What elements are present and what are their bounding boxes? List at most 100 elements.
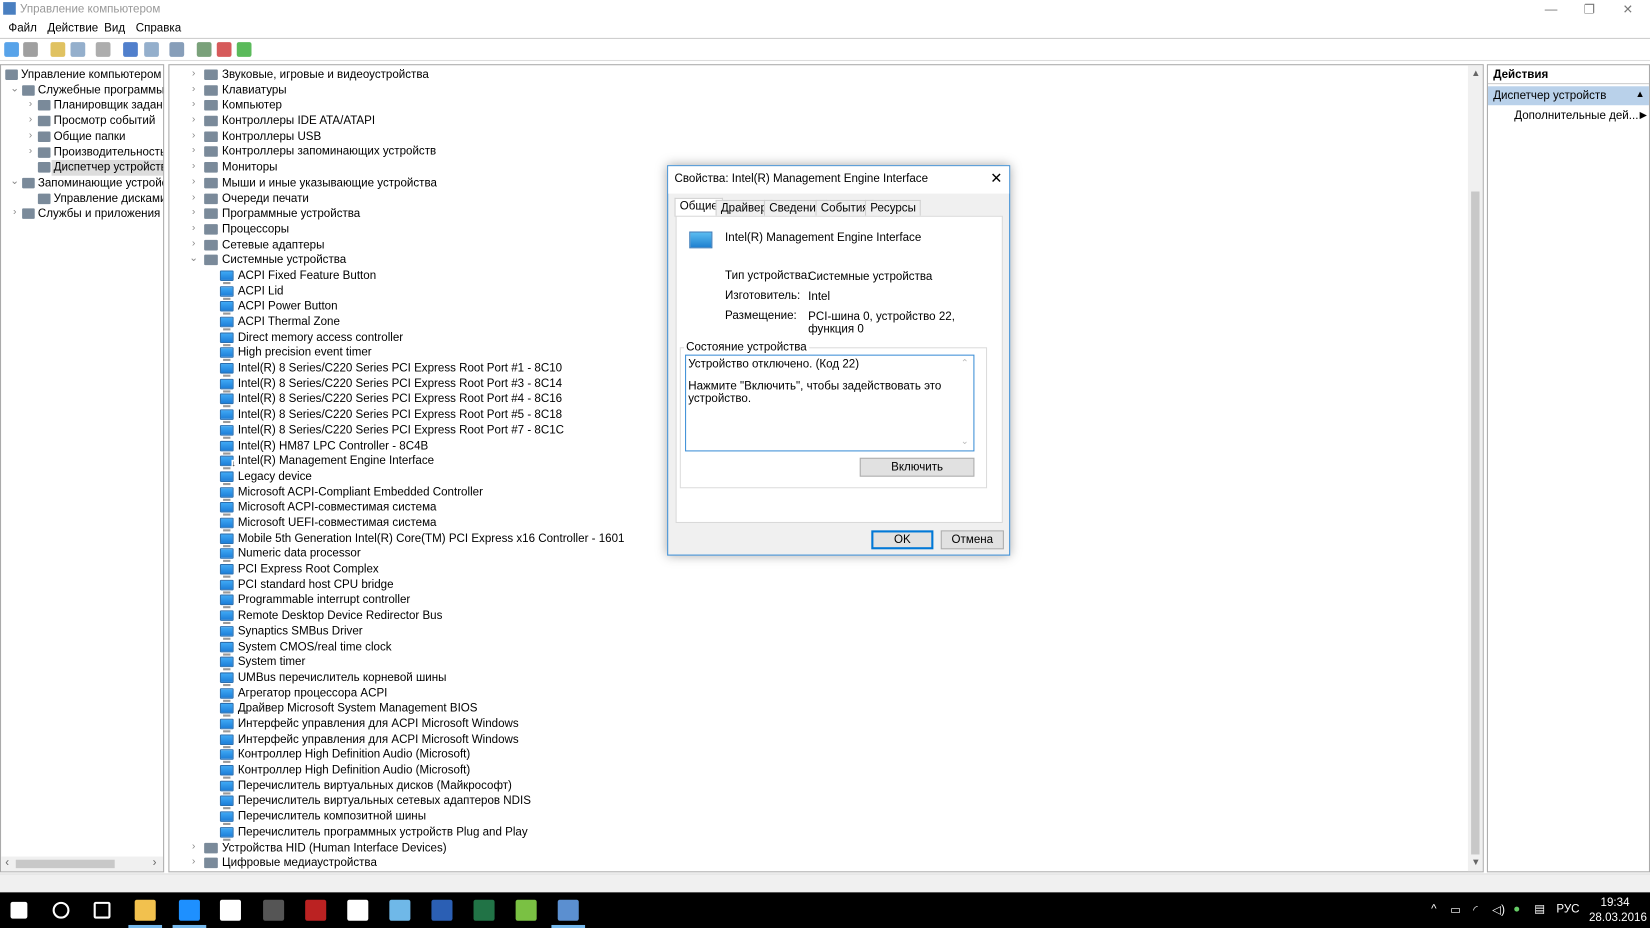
device-category[interactable]: Мыши и иные указывающие устройства [222, 176, 437, 192]
collapse-chevron-icon[interactable]: › [188, 222, 199, 234]
scroll-right-icon[interactable]: › [153, 857, 157, 870]
tree-item[interactable]: Управление компьютером (л [19, 67, 163, 83]
tree-item[interactable]: Общие папки [52, 129, 128, 145]
disable-device-icon[interactable]: disable-device-icon [216, 42, 232, 57]
search-icon[interactable] [52, 901, 70, 919]
collapse-chevron-icon[interactable]: › [188, 237, 199, 249]
device-item[interactable]: Microsoft ACPI-совместимая система [238, 500, 437, 516]
clock-date[interactable]: 28.03.2016 [1589, 911, 1647, 924]
scroll-thumb[interactable] [1471, 191, 1480, 855]
device-item[interactable]: Numeric data processor [238, 547, 361, 563]
app-icon[interactable] [263, 899, 285, 921]
device-item[interactable]: Intel(R) 8 Series/C220 Series PCI Expres… [238, 423, 564, 439]
up-folder-icon[interactable]: up-folder-icon [50, 42, 66, 57]
volume-icon[interactable]: ◁) [1492, 903, 1505, 917]
collapse-chevron-icon[interactable]: › [25, 114, 36, 126]
device-item[interactable]: Intel(R) 8 Series/C220 Series PCI Expres… [238, 392, 562, 408]
notepad-icon[interactable] [389, 899, 411, 921]
device-item[interactable]: Контроллер High Definition Audio (Micros… [238, 763, 470, 779]
menu-file[interactable]: Файл [8, 22, 36, 35]
cancel-button[interactable]: Отмена [940, 530, 1004, 550]
scroll-left-icon[interactable]: ‹ [5, 857, 9, 870]
show-hide-tree-icon[interactable]: show-hide-tree-icon [70, 42, 86, 57]
menu-action[interactable]: Действие [47, 22, 98, 35]
scan-hardware-icon[interactable]: scan-hardware-icon [169, 42, 185, 57]
battery-icon[interactable]: ▭ [1450, 903, 1461, 917]
notifications-icon[interactable]: ▤ [1534, 902, 1545, 916]
language-indicator[interactable]: РУС [1556, 903, 1579, 916]
device-item[interactable]: Интерфейс управления для ACPI Microsoft … [238, 717, 519, 733]
device-category[interactable]: Клавиатуры [222, 83, 287, 99]
device-item[interactable]: Synaptics SMBus Driver [238, 624, 363, 640]
collapse-chevron-icon[interactable]: › [188, 83, 199, 95]
device-item[interactable]: Перечислитель виртуальных сетевых адапте… [238, 794, 531, 810]
collapse-chevron-icon[interactable]: › [188, 191, 199, 203]
device-category[interactable]: Системные устройства [222, 253, 346, 269]
back-icon[interactable]: back-icon [4, 42, 19, 57]
device-item[interactable]: ACPI Fixed Feature Button [238, 268, 376, 284]
collapse-chevron-icon[interactable]: › [188, 840, 199, 852]
vertical-scrollbar[interactable]: ▲ ▼ [1467, 65, 1483, 872]
device-item[interactable]: PCI Express Root Complex [238, 562, 379, 578]
dialog-close-button[interactable]: ✕ [990, 169, 1002, 187]
computer-management-icon[interactable] [557, 899, 579, 921]
collapse-chevron-icon[interactable]: › [25, 129, 36, 141]
edge-icon[interactable] [178, 899, 200, 921]
calculator-icon[interactable] [347, 899, 369, 921]
store-icon[interactable] [219, 899, 241, 921]
collapse-chevron-icon[interactable]: › [188, 160, 199, 172]
device-item[interactable]: PCI standard host CPU bridge [238, 577, 394, 593]
network-status-icon[interactable]: ● [1513, 903, 1520, 916]
device-category[interactable]: Контроллеры USB [222, 129, 321, 145]
device-item[interactable]: ACPI Lid [238, 284, 284, 300]
expand-chevron-icon[interactable]: ⌄ [188, 253, 199, 265]
scroll-down-icon[interactable]: ⌄ [961, 436, 969, 448]
device-item[interactable]: Контроллер High Definition Audio (Micros… [238, 748, 470, 764]
tree-item[interactable]: Службы и приложения [36, 207, 163, 223]
collapse-chevron-icon[interactable]: › [25, 98, 36, 110]
device-item[interactable]: Direct memory access controller [238, 330, 403, 346]
tree-item[interactable]: Управление дисками [52, 191, 163, 207]
ok-button[interactable]: OK [871, 530, 934, 550]
minimize-button[interactable]: — [1545, 2, 1558, 17]
device-item[interactable]: ACPI Power Button [238, 299, 338, 315]
word-icon[interactable] [431, 899, 453, 921]
tab-resources[interactable]: Ресурсы [864, 199, 922, 216]
collapse-chevron-icon[interactable]: › [188, 67, 199, 79]
device-item[interactable]: ACPI Thermal Zone [238, 315, 340, 331]
close-button[interactable]: ✕ [1623, 2, 1634, 17]
device-item[interactable]: Перечислитель виртуальных дисков (Майкро… [238, 778, 512, 794]
collapse-chevron-icon[interactable]: › [188, 176, 199, 188]
device-item[interactable]: Интерфейс управления для ACPI Microsoft … [238, 732, 519, 748]
device-item[interactable]: Microsoft UEFI-совместимая система [238, 516, 437, 532]
wifi-icon[interactable]: ◜ [1473, 903, 1477, 917]
device-item[interactable]: System CMOS/real time clock [238, 639, 392, 655]
device-category[interactable]: Сетевые адаптеры [222, 237, 324, 253]
scroll-up-icon[interactable]: ▲ [1471, 67, 1480, 78]
tree-item[interactable]: Производительность [52, 145, 163, 161]
update-driver-icon[interactable]: update-driver-icon [196, 42, 212, 57]
device-item[interactable]: Programmable interrupt controller [238, 593, 410, 609]
collapse-chevron-icon[interactable]: › [188, 856, 199, 868]
device-item[interactable]: Перечислитель программных устройств Plug… [238, 825, 528, 841]
collapse-chevron-icon[interactable]: › [25, 145, 36, 157]
device-item[interactable]: Драйвер Microsoft System Management BIOS [238, 701, 478, 717]
collapse-chevron-icon[interactable]: › [188, 98, 199, 110]
actions-section-device-manager[interactable]: Диспетчер устройств ▲ [1487, 86, 1649, 106]
device-item[interactable]: Перечислитель композитной шины [238, 809, 426, 825]
forward-icon[interactable]: forward-icon [23, 42, 38, 57]
game-icon[interactable] [305, 899, 327, 921]
expand-chevron-icon[interactable]: ⌄ [9, 83, 20, 95]
properties-icon[interactable]: properties-icon [95, 42, 111, 57]
help-icon[interactable]: help-icon [123, 42, 138, 57]
tree-item[interactable]: Планировщик заданий [52, 98, 163, 114]
device-item[interactable]: Microsoft ACPI-Compliant Embedded Contro… [238, 485, 483, 501]
restore-button[interactable]: ❐ [1584, 2, 1595, 17]
device-item[interactable]: Intel(R) 8 Series/C220 Series PCI Expres… [238, 407, 562, 423]
device-item[interactable]: System timer [238, 655, 306, 671]
tree-item[interactable]: Запоминающие устройст [36, 176, 163, 192]
device-item[interactable]: Mobile 5th Generation Intel(R) Core(TM) … [238, 531, 625, 547]
status-textbox[interactable]: Устройство отключено. (Код 22) Нажмите "… [685, 354, 975, 452]
tree-item[interactable]: Диспетчер устройств [51, 160, 164, 176]
menu-view[interactable]: Вид [104, 22, 125, 35]
